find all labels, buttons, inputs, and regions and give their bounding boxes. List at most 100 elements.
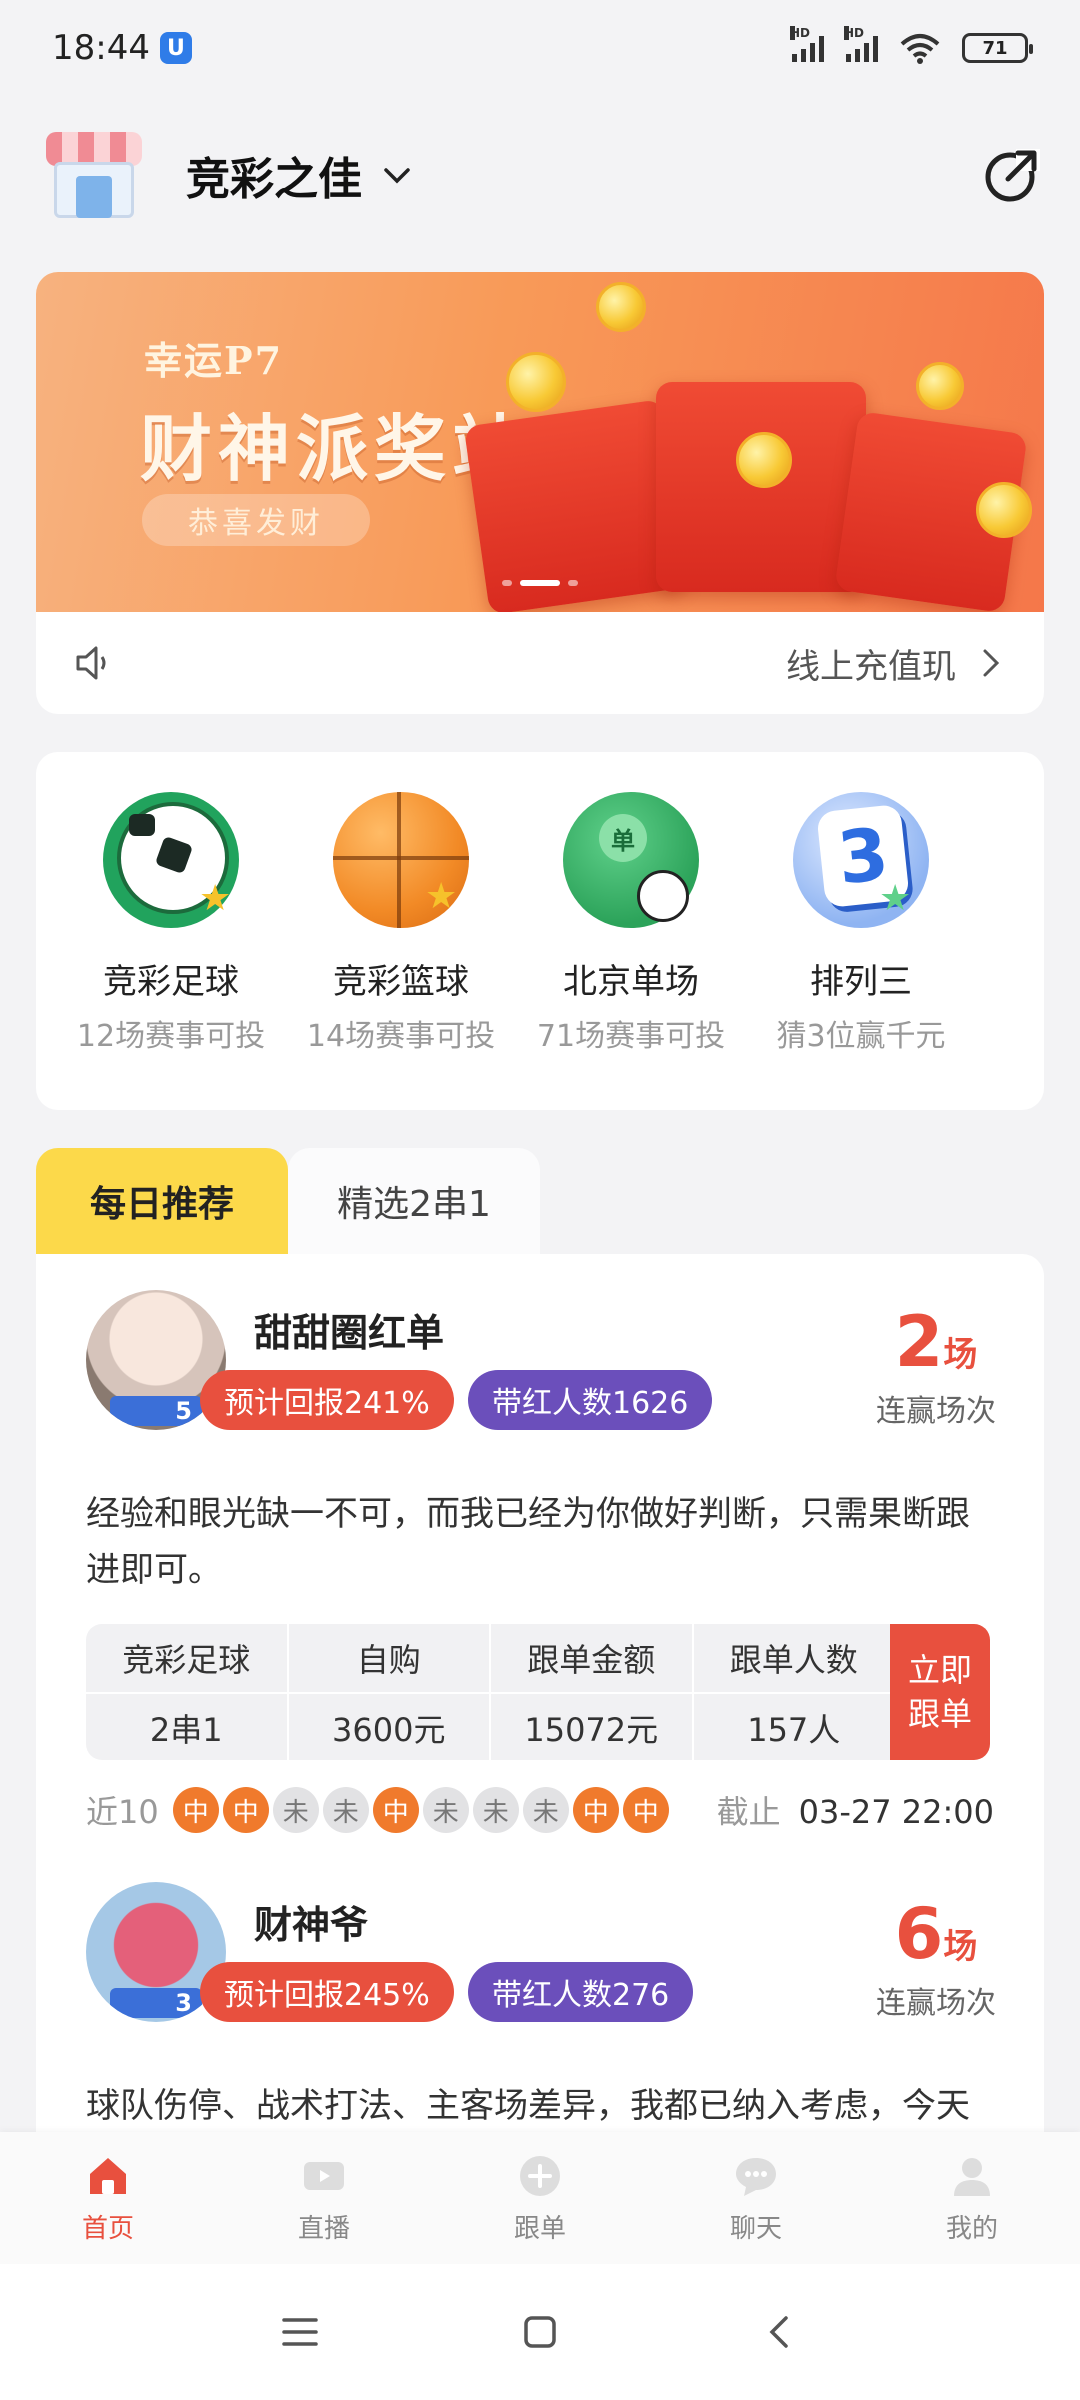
banner-subtitle: 幸运P7 bbox=[144, 338, 284, 383]
coin-icon bbox=[976, 482, 1032, 538]
streak-unit: 场 bbox=[943, 1335, 978, 1375]
result-dot: 中 bbox=[222, 1787, 269, 1833]
pick3-icon: 3 ★ bbox=[793, 792, 929, 928]
chevron-right-icon bbox=[983, 649, 1000, 677]
system-nav-bar bbox=[0, 2264, 1080, 2400]
streak-block: 2场 连赢场次 bbox=[876, 1302, 996, 1430]
level-badge: 5 bbox=[110, 1396, 202, 1426]
status-bar: 18:44 U HD HD 71 bbox=[0, 0, 1080, 96]
table-cell: 2串1 bbox=[86, 1694, 287, 1760]
coin-icon bbox=[506, 352, 566, 412]
table-cell: 3600元 bbox=[288, 1694, 489, 1760]
football-icon: ★ bbox=[103, 792, 239, 928]
game-name: 竞彩篮球 bbox=[333, 962, 469, 1002]
clock: 18:44 bbox=[52, 28, 150, 68]
profile-icon bbox=[954, 2157, 990, 2196]
game-name: 排列三 bbox=[810, 962, 912, 1002]
live-icon bbox=[304, 2161, 344, 2190]
result-dot: 未 bbox=[272, 1787, 319, 1833]
coin-icon bbox=[736, 432, 792, 488]
menu-icon[interactable] bbox=[278, 2310, 322, 2354]
level-badge: 3 bbox=[110, 1988, 202, 2018]
table-header: 自购 bbox=[288, 1624, 489, 1692]
shield-icon: U bbox=[159, 32, 192, 64]
nav-follow[interactable]: 跟单 bbox=[432, 2132, 648, 2264]
table-header: 竞彩足球 bbox=[86, 1624, 287, 1692]
wifi-icon bbox=[900, 34, 940, 64]
streak-number: 2 bbox=[894, 1301, 944, 1383]
game-name: 竞彩足球 bbox=[103, 962, 239, 1002]
game-beijing-single[interactable]: 单 北京单场 71场赛事可投 bbox=[516, 792, 746, 1110]
chevron-down-icon[interactable] bbox=[380, 158, 414, 192]
game-subtitle: 14场赛事可投 bbox=[306, 1019, 496, 1054]
store-icon bbox=[36, 122, 154, 228]
table-cell: 157人 bbox=[693, 1694, 894, 1760]
game-name: 北京单场 bbox=[563, 962, 699, 1002]
banner-card: 幸运P7 财神派奖站 恭喜发财 线上充值玑 bbox=[36, 272, 1044, 714]
share-icon[interactable] bbox=[980, 143, 1044, 207]
nav-profile[interactable]: 我的 bbox=[864, 2132, 1080, 2264]
basketball-icon: ★ bbox=[333, 792, 469, 928]
tab-daily[interactable]: 每日推荐 bbox=[36, 1148, 288, 1254]
deadline: 截止 03-27 22:00 bbox=[716, 1793, 994, 1831]
game-football[interactable]: ★ 竞彩足球 12场赛事可投 bbox=[56, 792, 286, 1110]
coin-icon bbox=[596, 282, 646, 332]
lottery-games: ★ 竞彩足球 12场赛事可投 ★ 竞彩篮球 14场赛事可投 单 北京单场 71场… bbox=[36, 752, 1044, 1110]
nav-chat[interactable]: 聊天 bbox=[648, 2132, 864, 2264]
expert-description: 经验和眼光缺一不可，而我已经为你做好判断，只需果断跟进即可。 bbox=[86, 1494, 970, 1590]
bottom-nav: 首页 直播 跟单 聊天 我的 bbox=[0, 2132, 1080, 2264]
result-dot: 中 bbox=[622, 1787, 669, 1833]
table-cell: 15072元 bbox=[491, 1694, 692, 1760]
signal-icon: HD bbox=[844, 26, 878, 62]
game-subtitle: 猜3位赢千元 bbox=[776, 1019, 946, 1054]
tab-2x1[interactable]: 精选2串1 bbox=[288, 1148, 540, 1254]
game-basketball[interactable]: ★ 竞彩篮球 14场赛事可投 bbox=[286, 792, 516, 1110]
table-header: 跟单金额 bbox=[491, 1624, 692, 1692]
recommend-tabs: 每日推荐 精选2串1 bbox=[36, 1148, 540, 1254]
promo-banner[interactable]: 幸运P7 财神派奖站 恭喜发财 bbox=[36, 272, 1044, 612]
bet-info-table: 竞彩足球 自购 跟单金额 跟单人数 2串1 3600元 15072元 157人 … bbox=[86, 1624, 990, 1760]
banner-indicator bbox=[502, 580, 578, 586]
follow-icon bbox=[520, 2155, 560, 2196]
app-header: 竞彩之佳 bbox=[0, 110, 1080, 240]
follow-now-button[interactable]: 立即跟单 bbox=[890, 1624, 990, 1760]
followers-badge: 带红人数1626 bbox=[468, 1370, 713, 1430]
battery-icon: 71 bbox=[962, 33, 1033, 63]
banner-pill: 恭喜发财 bbox=[142, 494, 370, 546]
game-pick3[interactable]: 3 ★ 排列三 猜3位赢千元 bbox=[746, 792, 976, 1110]
home-icon bbox=[90, 2157, 126, 2194]
streak-label: 连赢场次 bbox=[876, 1394, 996, 1429]
result-dot: 未 bbox=[522, 1787, 569, 1833]
streak-number: 6 bbox=[894, 1893, 944, 1975]
coin-icon bbox=[916, 362, 964, 410]
recommendation-list: 5 甜甜圈红单 预计回报241% 带红人数1626 2场 连赢场次 经验和眼光缺… bbox=[36, 1254, 1044, 2154]
speaker-icon bbox=[76, 646, 106, 680]
result-dot: 中 bbox=[172, 1787, 219, 1833]
result-dot: 中 bbox=[372, 1787, 419, 1833]
chat-icon bbox=[736, 2157, 776, 2196]
result-dot: 未 bbox=[422, 1787, 469, 1833]
signal-icon: HD bbox=[790, 26, 824, 62]
return-badge: 预计回报241% bbox=[200, 1370, 454, 1430]
list-item[interactable]: 3 财神爷 预计回报245% 带红人数276 6场 连赢场次 球队伤停、战术打法… bbox=[36, 1846, 1044, 2154]
result-dot: 中 bbox=[572, 1787, 619, 1833]
streak-label: 连赢场次 bbox=[876, 1986, 996, 2021]
table-header: 跟单人数 bbox=[693, 1624, 894, 1692]
result-dot: 未 bbox=[322, 1787, 369, 1833]
notice-bar[interactable]: 线上充值玑 bbox=[36, 612, 1044, 714]
notice-text: 线上充值玑 bbox=[786, 646, 956, 687]
recent-results: 近10 中 中 未 未 中 未 未 未 中 中 截止 03-27 22:00 bbox=[86, 1784, 994, 1836]
followers-badge: 带红人数276 bbox=[468, 1962, 694, 2022]
store-name[interactable]: 竞彩之佳 bbox=[186, 143, 362, 207]
back-icon[interactable] bbox=[758, 2310, 802, 2354]
expert-name: 甜甜圈红单 bbox=[254, 1311, 445, 1355]
streak-block: 6场 连赢场次 bbox=[876, 1894, 996, 2022]
result-dot: 未 bbox=[472, 1787, 519, 1833]
nav-live[interactable]: 直播 bbox=[216, 2132, 432, 2264]
expert-name: 财神爷 bbox=[254, 1903, 369, 1947]
nav-home[interactable]: 首页 bbox=[0, 2132, 216, 2264]
home-square-icon[interactable] bbox=[518, 2310, 562, 2354]
return-badge: 预计回报245% bbox=[200, 1962, 454, 2022]
recent-label: 近10 bbox=[86, 1793, 159, 1831]
list-item[interactable]: 5 甜甜圈红单 预计回报241% 带红人数1626 2场 连赢场次 经验和眼光缺… bbox=[36, 1254, 1044, 1836]
